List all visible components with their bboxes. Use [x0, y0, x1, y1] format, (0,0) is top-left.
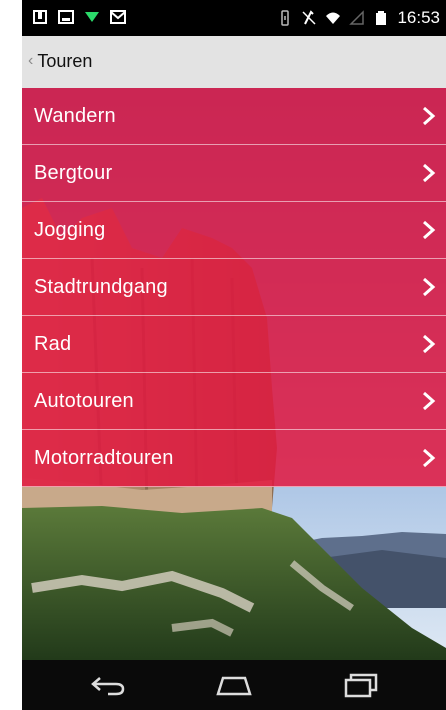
battery-icon [376, 11, 387, 25]
status-bar: 16:53 [22, 0, 446, 36]
signal-icon [349, 10, 365, 25]
list-item-label: Autotouren [34, 389, 134, 412]
gmail-icon [110, 10, 126, 24]
chevron-right-icon [423, 163, 436, 183]
wifi-icon [326, 12, 341, 24]
status-left-icons [32, 9, 126, 25]
tour-category-list: Wandern Bergtour Jogging Stadtrundgang R… [22, 88, 446, 487]
chevron-right-icon [423, 334, 436, 354]
back-icon[interactable] [88, 672, 128, 698]
chevron-left-icon: ‹ [28, 52, 34, 69]
list-item-label: Jogging [34, 218, 106, 241]
list-item-label: Stadtrundgang [34, 275, 168, 298]
recent-apps-icon[interactable] [340, 672, 380, 698]
chevron-right-icon [423, 391, 436, 411]
chevron-right-icon [423, 448, 436, 468]
list-item-label: Rad [34, 332, 72, 355]
download-icon [33, 10, 47, 24]
list-item-label: Motorradtouren [34, 446, 174, 469]
list-item-wandern[interactable]: Wandern [22, 88, 446, 145]
content-area: Wandern Bergtour Jogging Stadtrundgang R… [22, 88, 446, 660]
list-item-motorradtouren[interactable]: Motorradtouren [22, 430, 446, 487]
chevron-right-icon [423, 277, 436, 297]
vibrate-icon [281, 10, 290, 26]
home-icon[interactable] [214, 672, 254, 698]
list-item-bergtour[interactable]: Bergtour [22, 145, 446, 202]
wifi-down-icon [85, 12, 99, 22]
status-right-icons: 16:53 [277, 8, 440, 28]
back-button[interactable]: ‹ Touren [28, 49, 92, 73]
screenshot-frame: 16:53 ‹ Touren Wandern Bergtour Jogging … [0, 0, 446, 710]
image-icon [58, 10, 74, 24]
list-item-label: Bergtour [34, 161, 113, 184]
list-item-jogging[interactable]: Jogging [22, 202, 446, 259]
action-bar: ‹ Touren [22, 36, 446, 88]
chevron-right-icon [423, 106, 436, 126]
list-item-stadtrundgang[interactable]: Stadtrundgang [22, 259, 446, 316]
phone-screen: 16:53 ‹ Touren Wandern Bergtour Jogging … [22, 0, 446, 710]
chevron-right-icon [423, 220, 436, 240]
back-label: Touren [37, 51, 93, 71]
list-item-autotouren[interactable]: Autotouren [22, 373, 446, 430]
list-item-rad[interactable]: Rad [22, 316, 446, 373]
status-time: 16:53 [397, 8, 440, 27]
navigation-bar [22, 660, 446, 710]
list-item-label: Wandern [34, 104, 116, 127]
no-sim-icon [302, 10, 316, 25]
